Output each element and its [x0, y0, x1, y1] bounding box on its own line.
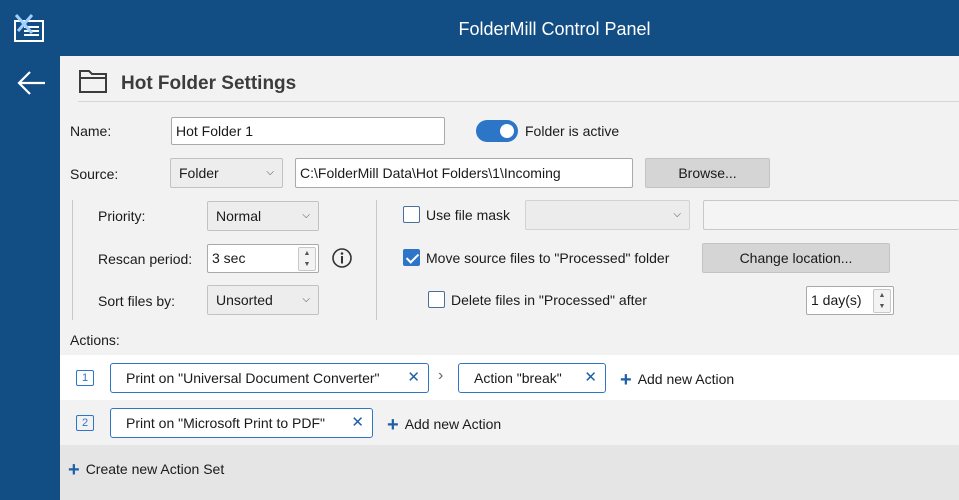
- close-icon[interactable]: ✕: [407, 364, 420, 392]
- action-chip[interactable]: Print on "Universal Document Converter" …: [110, 363, 429, 393]
- file-mask-checkbox[interactable]: [403, 206, 420, 223]
- close-icon[interactable]: ✕: [351, 409, 364, 437]
- folder-active-toggle[interactable]: [476, 120, 518, 142]
- priority-label: Priority:: [98, 208, 146, 224]
- delete-days-input[interactable]: 1 day(s) ▲ ▼: [806, 286, 894, 315]
- rescan-label: Rescan period:: [98, 251, 193, 267]
- options-divider: [376, 200, 377, 320]
- rescan-value: 3 sec: [212, 250, 246, 266]
- rescan-period-input[interactable]: 3 sec ▲ ▼: [207, 244, 319, 273]
- sort-value: Unsorted: [216, 292, 273, 308]
- delete-processed-checkbox[interactable]: [428, 291, 445, 308]
- plus-icon: +: [387, 414, 399, 436]
- plus-icon: +: [68, 459, 80, 481]
- folder-active-label: Folder is active: [525, 123, 620, 139]
- actions-label: Actions:: [70, 332, 120, 348]
- options-group-border: [72, 200, 73, 320]
- add-action-label: Add new Action: [637, 371, 735, 387]
- browse-button[interactable]: Browse...: [645, 158, 770, 188]
- header-divider: [78, 101, 959, 102]
- action-chip-label: Print on "Microsoft Print to PDF": [126, 415, 325, 431]
- action-set-row: 1 Print on "Universal Document Converter…: [60, 355, 959, 400]
- delete-days-value: 1 day(s): [811, 292, 862, 308]
- source-label: Source:: [70, 166, 119, 182]
- toggle-knob: [500, 124, 514, 138]
- create-action-set-label: Create new Action Set: [85, 461, 225, 477]
- file-mask-label: Use file mask: [426, 207, 511, 223]
- source-type-value: Folder: [179, 165, 219, 181]
- priority-value: Normal: [216, 208, 262, 224]
- move-processed-checkbox[interactable]: [403, 249, 420, 266]
- main-panel: Hot Folder Settings Name: Hot Folder 1 F…: [60, 56, 959, 500]
- sort-select[interactable]: Unsorted ⌵: [207, 285, 319, 315]
- create-action-set-button[interactable]: + Create new Action Set: [68, 457, 225, 481]
- chevron-down-icon: ⌵: [302, 210, 310, 221]
- file-mask-select[interactable]: ⌵: [525, 200, 690, 230]
- action-chip-label: Action "break": [474, 370, 562, 386]
- info-icon[interactable]: [331, 247, 353, 269]
- change-location-button[interactable]: Change location...: [702, 243, 890, 273]
- chevron-down-icon: ⌵: [302, 294, 310, 305]
- chevron-down-icon: ⌵: [266, 167, 274, 178]
- sort-label: Sort files by:: [98, 293, 176, 309]
- name-input[interactable]: Hot Folder 1: [171, 117, 445, 145]
- window-title: FolderMill Control Panel: [458, 19, 651, 39]
- left-nav-bar: [0, 56, 60, 500]
- folder-icon: [79, 70, 107, 93]
- create-action-set-row: + Create new Action Set: [60, 445, 959, 500]
- action-set-row: 2 Print on "Microsoft Print to PDF" ✕ + A…: [60, 400, 959, 445]
- action-chip[interactable]: Print on "Microsoft Print to PDF" ✕: [110, 408, 373, 438]
- add-action-label: Add new Action: [404, 416, 502, 432]
- back-arrow-icon[interactable]: [14, 68, 48, 98]
- title-bar: FolderMill Control Panel: [0, 0, 959, 56]
- add-action-button[interactable]: + Add new Action: [387, 412, 502, 436]
- source-path-input[interactable]: C:\FolderMill Data\Hot Folders\1\Incomin…: [295, 158, 633, 188]
- move-processed-label: Move source files to "Processed" folder: [426, 250, 670, 266]
- plus-icon: +: [620, 369, 632, 391]
- delete-processed-label: Delete files in "Processed" after: [451, 292, 647, 308]
- file-mask-input[interactable]: [703, 200, 959, 230]
- name-label: Name:: [70, 123, 112, 139]
- page-title: Hot Folder Settings: [121, 73, 297, 94]
- action-chip[interactable]: Action "break" ✕: [458, 363, 606, 393]
- chevron-down-icon: ⌵: [673, 209, 681, 220]
- source-type-select[interactable]: Folder ⌵: [170, 158, 283, 188]
- action-chip-label: Print on "Universal Document Converter": [126, 370, 380, 386]
- chevron-right-icon: ›: [438, 367, 444, 384]
- priority-select[interactable]: Normal ⌵: [207, 201, 319, 231]
- close-icon[interactable]: ✕: [584, 364, 597, 392]
- add-action-button[interactable]: + Add new Action: [620, 367, 735, 391]
- action-set-number: 2: [76, 415, 94, 431]
- rescan-stepper[interactable]: ▲ ▼: [298, 247, 316, 271]
- action-set-number: 1: [76, 370, 94, 386]
- delete-days-stepper[interactable]: ▲ ▼: [873, 289, 891, 313]
